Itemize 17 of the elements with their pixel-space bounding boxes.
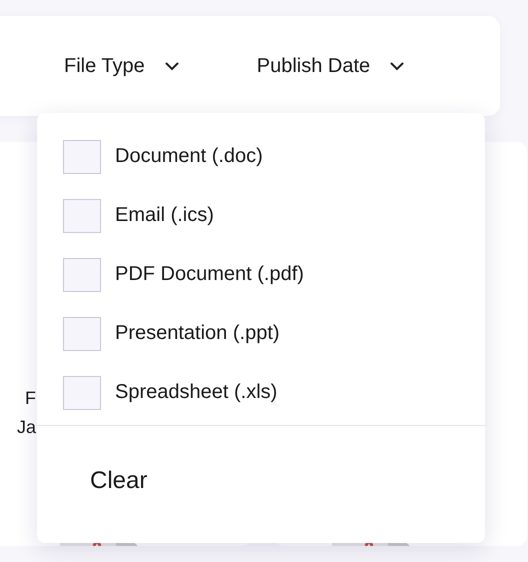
filter-option[interactable]: Spreadsheet (.xls)	[63, 376, 485, 409]
filter-option[interactable]: PDF Document (.pdf)	[63, 258, 485, 291]
chevron-down-icon	[390, 62, 404, 70]
card-text: F	[25, 388, 36, 409]
filter-option[interactable]: Presentation (.ppt)	[63, 317, 485, 350]
clear-button[interactable]: Clear	[90, 467, 148, 495]
filter-dropdown[interactable]: Publish Date	[256, 54, 404, 78]
checkbox[interactable]	[63, 198, 101, 232]
chevron-down-icon	[164, 62, 179, 70]
filter-option[interactable]: Document (.doc)	[63, 140, 485, 173]
card-text: Ja	[16, 417, 36, 438]
checkbox[interactable]	[63, 258, 101, 292]
checkbox[interactable]	[63, 376, 101, 410]
checkbox[interactable]	[63, 140, 101, 174]
filter-option[interactable]: Email (.ics)	[63, 199, 485, 232]
filter-dropdown[interactable]: File Type	[64, 54, 179, 78]
checkbox[interactable]	[63, 316, 101, 350]
